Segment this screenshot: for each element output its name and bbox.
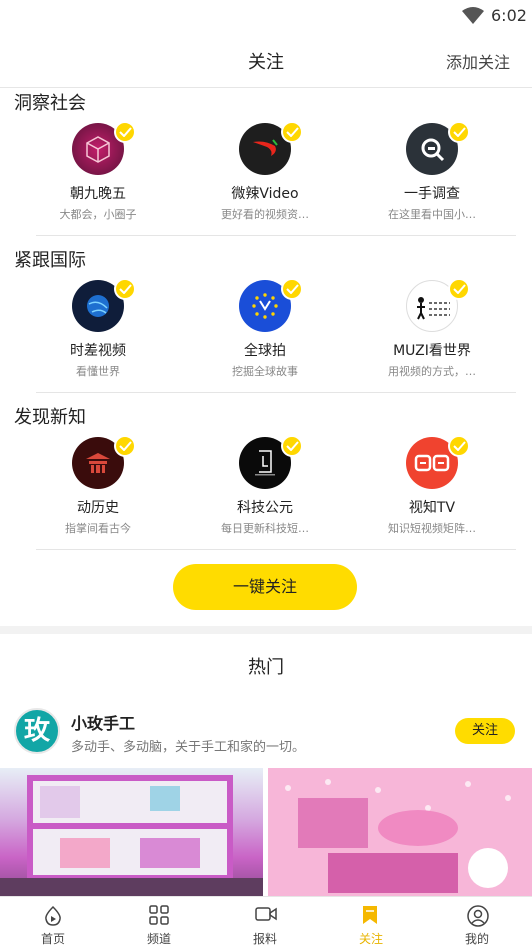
channel-desc: 知识短视频矩阵… — [388, 522, 476, 535]
top-bar: 关注 添加关注 — [0, 32, 532, 88]
tab-me[interactable]: 我的 — [424, 897, 530, 950]
video-camera-icon — [255, 907, 277, 921]
channel-item[interactable]: 一手调查 在这里看中国小… — [357, 121, 507, 222]
channel-item[interactable]: 朝九晚五 大都会，小圈子 — [23, 121, 173, 222]
channel-item[interactable]: 科技公元 每日更新科技短… — [190, 435, 340, 536]
avatar — [239, 278, 303, 332]
check-icon — [281, 278, 303, 300]
channel-name: 全球拍 — [244, 343, 286, 359]
section-international: 紧跟国际 时差视频 看懂世界 全球拍 挖掘全球故事 MUZI看世界 用视频的方式… — [0, 246, 532, 396]
follow-all-button[interactable]: 一键关注 — [173, 564, 357, 610]
tab-channels[interactable]: 频道 — [106, 897, 212, 950]
section-title: 发现新知 — [14, 407, 86, 428]
avatar — [72, 121, 136, 175]
avatar — [72, 278, 136, 332]
channel-name: 视知TV — [408, 500, 456, 516]
channel-item[interactable]: 时差视频 看懂世界 — [23, 278, 173, 379]
tab-report[interactable]: 报料 — [212, 897, 318, 950]
channel-desc: 挖掘全球故事 — [232, 365, 298, 378]
channel-name: 动历史 — [77, 500, 119, 516]
channel-name: MUZI看世界 — [393, 343, 471, 359]
channel-desc: 更好看的视频资… — [221, 208, 309, 221]
avatar — [406, 121, 470, 175]
hot-channel-card[interactable]: 玫 小玫手工 多动手、多动脑，关于手工和家的一切。 关注 — [0, 700, 532, 768]
channel-logo: 玫 — [14, 708, 60, 754]
avatar — [239, 435, 303, 489]
channel-item[interactable]: 微辣Video 更好看的视频资… — [190, 121, 340, 222]
channel-desc: 指掌间看古今 — [65, 522, 131, 535]
wifi-icon — [462, 7, 484, 24]
add-follow-button[interactable]: 添加关注 — [446, 49, 510, 73]
channel-item[interactable]: 全球拍 挖掘全球故事 — [190, 278, 340, 379]
avatar — [406, 435, 470, 489]
section-divider — [36, 235, 516, 236]
tab-label: 首页 — [40, 932, 65, 946]
section-gap — [0, 626, 532, 634]
status-time: 6:02 — [491, 6, 527, 25]
check-icon — [448, 121, 470, 143]
tab-home[interactable]: 首页 — [0, 897, 106, 950]
channel-item[interactable]: 视知TV 知识短视频矩阵… — [357, 435, 507, 536]
section-discover-knowledge: 发现新知 动历史 指掌间看古今 科技公元 每日更新科技短… 视知TV 知识短视频… — [0, 403, 532, 553]
check-icon — [448, 278, 470, 300]
hot-section-title: 热门 — [248, 657, 284, 678]
bookmark-icon — [363, 906, 377, 924]
tab-label: 报料 — [252, 932, 277, 946]
channel-item[interactable]: MUZI看世界 用视频的方式，… — [357, 278, 507, 379]
channel-name: 科技公元 — [237, 500, 293, 516]
channel-name: 一手调查 — [404, 186, 460, 202]
video-thumbnails — [0, 768, 532, 896]
check-icon — [114, 435, 136, 457]
section-divider — [36, 392, 516, 393]
channel-desc: 大都会，小圈子 — [59, 208, 137, 221]
channel-desc: 多动手、多动脑，关于手工和家的一切。 — [71, 740, 306, 755]
tab-follow[interactable]: 关注 — [318, 897, 424, 950]
channel-name: 微辣Video — [231, 186, 299, 202]
video-thumbnail[interactable] — [268, 768, 532, 896]
avatar — [72, 435, 136, 489]
channel-name: 时差视频 — [70, 343, 126, 359]
section-insight-society: 洞察社会 朝九晚五 大都会，小圈子 微辣Video 更好看的视频资… 一手调查 … — [0, 89, 532, 239]
channel-desc: 在这里看中国小… — [388, 208, 476, 221]
follow-button[interactable]: 关注 — [455, 718, 515, 744]
tab-label: 频道 — [146, 932, 171, 946]
channel-desc: 看懂世界 — [76, 365, 120, 378]
channel-desc: 每日更新科技短… — [221, 522, 309, 535]
section-title: 洞察社会 — [14, 93, 86, 114]
home-icon — [45, 905, 61, 926]
video-thumbnail[interactable] — [0, 768, 263, 896]
check-icon — [114, 121, 136, 143]
check-icon — [448, 435, 470, 457]
avatar — [406, 278, 470, 332]
grid-icon — [149, 905, 169, 925]
check-icon — [281, 121, 303, 143]
status-bar: 6:02 — [0, 0, 532, 32]
channel-name: 朝九晚五 — [70, 186, 126, 202]
tab-label: 关注 — [358, 932, 383, 946]
user-icon — [467, 905, 489, 927]
channel-name: 小玫手工 — [71, 714, 136, 733]
avatar — [239, 121, 303, 175]
check-icon — [114, 278, 136, 300]
section-title: 紧跟国际 — [14, 250, 86, 271]
check-icon — [281, 435, 303, 457]
section-divider — [36, 549, 516, 550]
tab-label: 我的 — [464, 932, 489, 946]
bottom-tab-bar: 首页 频道 报料 关注 我的 — [0, 896, 532, 949]
channel-desc: 用视频的方式，… — [388, 365, 476, 378]
channel-item[interactable]: 动历史 指掌间看古今 — [23, 435, 173, 536]
